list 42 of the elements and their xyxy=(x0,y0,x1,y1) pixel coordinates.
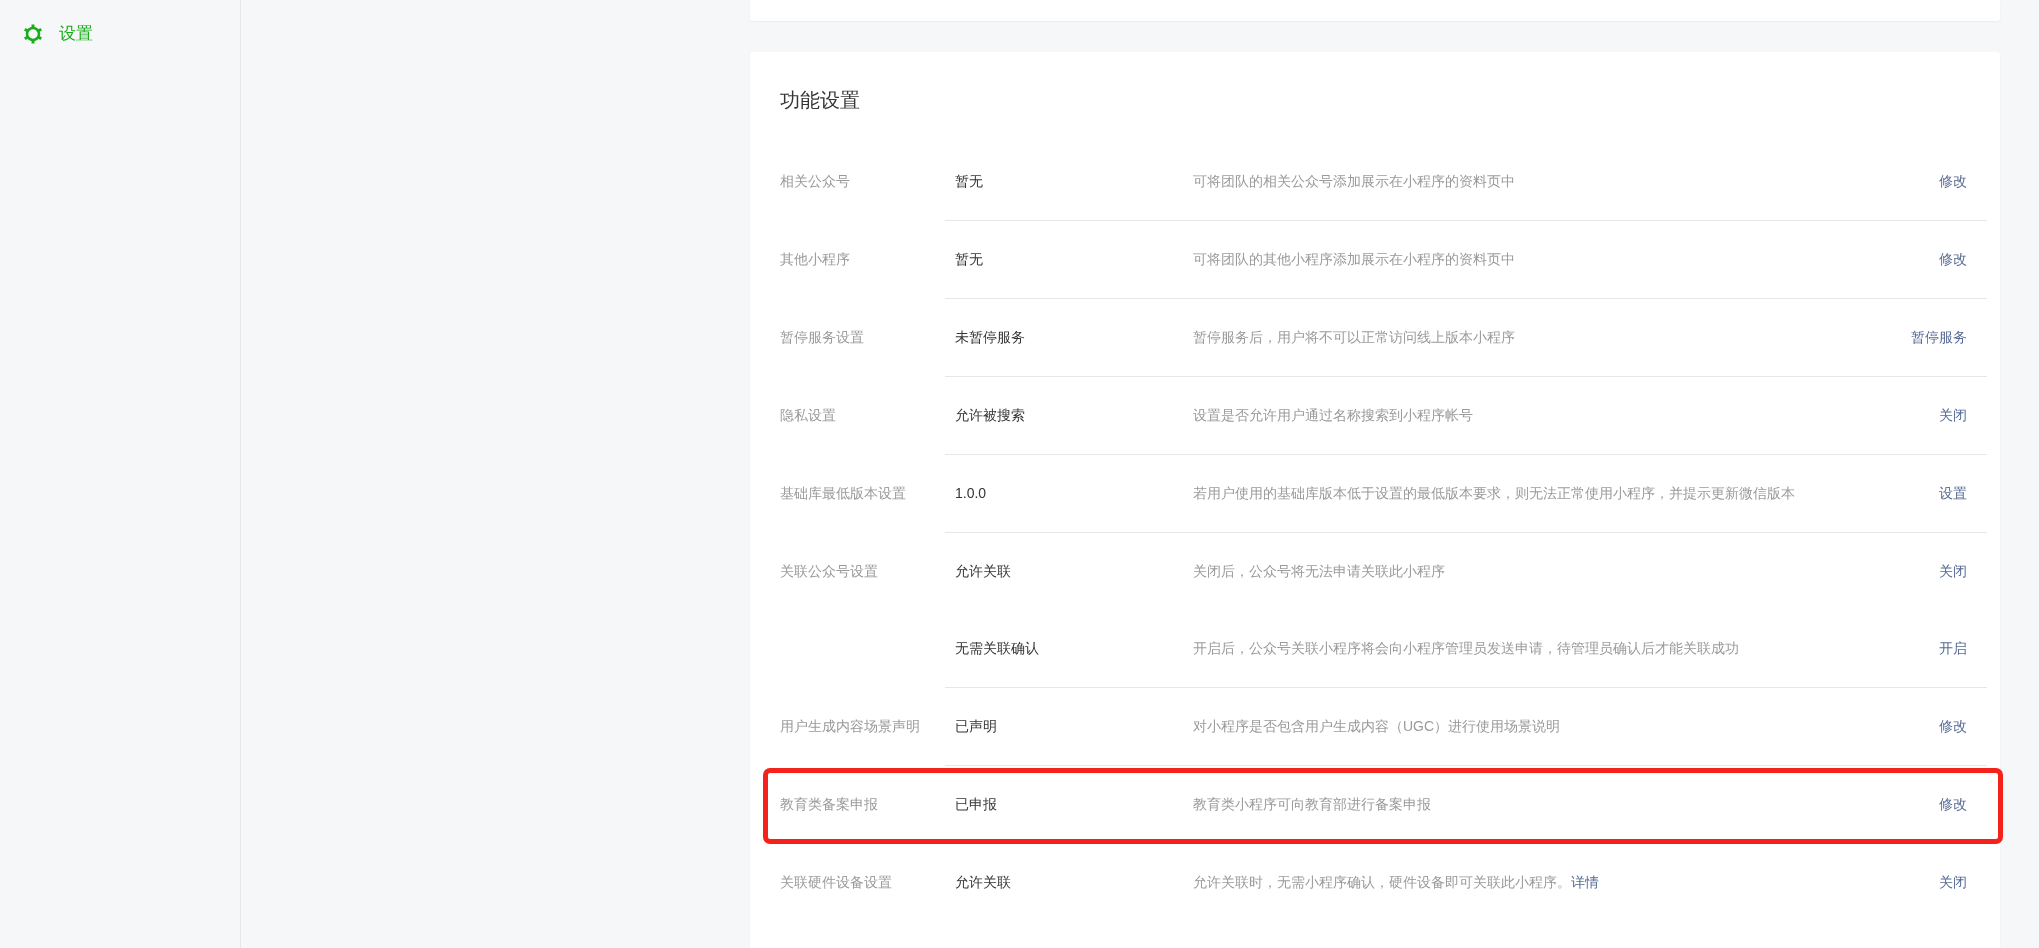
setting-value: 允许被搜索 xyxy=(955,406,1026,425)
action-link[interactable]: 关闭 xyxy=(1939,561,1967,582)
setting-value: 未暂停服务 xyxy=(955,328,1026,347)
setting-description: 暂停服务后，用户将不可以正常访问线上版本小程序 xyxy=(1193,328,1515,347)
section-title: 功能设置 xyxy=(780,88,861,113)
setting-value: 允许关联 xyxy=(955,562,1012,581)
setting-description: 可将团队的其他小程序添加展示在小程序的资料页中 xyxy=(1193,250,1515,269)
action-link[interactable]: 修改 xyxy=(1939,716,1967,737)
setting-label: 关联公众号设置 xyxy=(780,562,878,581)
setting-label: 基础库最低版本设置 xyxy=(780,484,906,503)
setting-value: 已声明 xyxy=(955,717,998,736)
details-link[interactable]: 详情 xyxy=(1571,872,1599,893)
setting-description: 开启后，公众号关联小程序将会向小程序管理员发送申请，待管理员确认后才能关联成功 xyxy=(1193,639,1739,658)
setting-value: 1.0.0 xyxy=(955,484,988,503)
setting-description: 关闭后，公众号将无法申请关联此小程序 xyxy=(1193,562,1445,581)
setting-label: 用户生成内容场景声明 xyxy=(780,717,920,736)
action-link[interactable]: 修改 xyxy=(1939,171,1967,192)
setting-value: 允许关联 xyxy=(955,873,1012,892)
setting-label: 隐私设置 xyxy=(780,406,836,425)
setting-description: 允许关联时，无需小程序确认，硬件设备即可关联此小程序。 xyxy=(1193,873,1571,892)
setting-description: 若用户使用的基础库版本低于设置的最低版本要求，则无法正常使用小程序，并提示更新微信版本 xyxy=(1193,484,1795,503)
setting-description: 可将团队的相关公众号添加展示在小程序的资料页中 xyxy=(1193,172,1515,191)
setting-description: 对小程序是否包含用户生成内容（UGC）进行使用场景说明 xyxy=(1193,717,1561,736)
action-link[interactable]: 关闭 xyxy=(1939,405,1967,426)
setting-value: 暂无 xyxy=(955,250,984,269)
action-link[interactable]: 关闭 xyxy=(1939,872,1967,893)
gear-icon xyxy=(23,24,43,44)
action-link[interactable]: 设置 xyxy=(1939,483,1967,504)
setting-description: 教育类小程序可向教育部进行备案申报 xyxy=(1193,795,1431,814)
setting-value: 暂无 xyxy=(955,172,984,191)
setting-label: 相关公众号 xyxy=(780,172,850,191)
setting-label: 其他小程序 xyxy=(780,250,850,269)
action-link[interactable]: 暂停服务 xyxy=(1911,327,1967,348)
action-link[interactable]: 修改 xyxy=(1939,794,1967,815)
action-link[interactable]: 修改 xyxy=(1939,249,1967,270)
setting-value: 无需关联确认 xyxy=(955,639,1040,658)
action-link[interactable]: 开启 xyxy=(1939,638,1967,659)
setting-label: 暂停服务设置 xyxy=(780,328,864,347)
setting-value: 已申报 xyxy=(955,795,998,814)
setting-label: 关联硬件设备设置 xyxy=(780,873,892,892)
setting-label: 教育类备案申报 xyxy=(780,795,878,814)
setting-description: 设置是否允许用户通过名称搜索到小程序帐号 xyxy=(1193,406,1473,425)
